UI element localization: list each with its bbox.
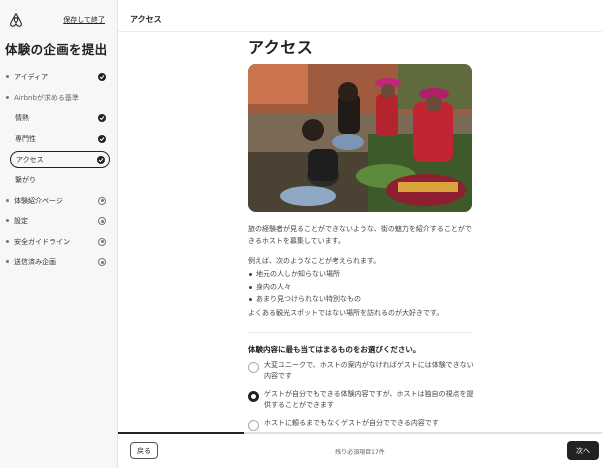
radio-button[interactable]: [248, 391, 259, 402]
check-circle-icon: [98, 134, 106, 143]
sidebar-item-label: 繋がり: [15, 176, 36, 185]
sidebar-item-safety-guidelines[interactable]: 安全ガイドライン: [0, 232, 118, 253]
save-and-exit-link[interactable]: 保存して終了: [63, 15, 105, 25]
check-circle-icon: [98, 73, 106, 82]
radio-option-unique[interactable]: 大変ユニークで、ホストの案内がなければゲストには体験できない内容です: [248, 360, 478, 382]
section-title: アクセス: [130, 15, 162, 24]
closing-text: よくある観光スポットではない場所を訪れるのが大好きです。: [248, 309, 444, 317]
bullet-icon: [6, 239, 9, 243]
examples-list: 地元の人しか知らない場所 身内の人々 あまり見つけられない特別なもの: [248, 268, 472, 306]
sidebar-item-expertise[interactable]: 専門性: [0, 129, 118, 150]
sidebar-item-label: 専門性: [15, 134, 36, 143]
radio-group: 大変ユニークで、ホストの案内がなければゲストには体験できない内容です ゲストが自…: [248, 360, 478, 436]
sidebar-item-submitted[interactable]: 送信済み企画: [0, 252, 118, 273]
sidebar-item-label: アクセス: [16, 155, 44, 164]
remaining-count: 残り必須項目17件: [335, 449, 385, 456]
intro-text: 旅の経験者が見ることができないような、街の魅力を紹介することができるホストを募集…: [248, 225, 472, 245]
sidebar-item-label: 送信済み企画: [14, 258, 56, 267]
sidebar-item-label: 体験紹介ページ: [14, 196, 63, 205]
main-content: アクセス アクセス 旅の経験者が見ることができないような、街の魅力を紹介すること…: [118, 0, 602, 468]
sidebar-item-connection[interactable]: 繋がり: [0, 170, 118, 191]
sidebar-item-idea[interactable]: アイディア: [0, 67, 118, 88]
sidebar-item-label: 安全ガイドライン: [14, 237, 70, 246]
footer: 戻る 残り必須項目17件 次へ: [118, 434, 602, 468]
pending-circle-icon: [98, 237, 106, 246]
list-item: 地元の人しか知らない場所: [248, 268, 472, 281]
hero-photo-image: [248, 64, 472, 212]
bullet-icon: [6, 219, 9, 222]
sidebar-title: 体験の企画を提出: [5, 42, 108, 57]
bullet-icon: [6, 75, 9, 78]
divider: [248, 332, 472, 333]
check-circle-icon: [97, 155, 105, 164]
hero-photo: [248, 64, 472, 212]
radio-option-label: 大変ユニークで、ホストの案内がなければゲストには体験できない内容です: [264, 361, 474, 380]
list-item: あまり見つけられない特別なもの: [248, 293, 472, 306]
sidebar-item-label: 情熱: [15, 114, 29, 123]
radio-button[interactable]: [248, 420, 259, 431]
bullet-icon: [6, 198, 9, 202]
sidebar-item-airbnb-standards[interactable]: Airbnbが求める基準: [0, 88, 118, 109]
sidebar-item-label: 設定: [14, 217, 28, 226]
pending-circle-icon: [98, 258, 106, 267]
sidebar: 保存して終了 体験の企画を提出 アイディア Airbnbが求める基準 情熱 専門…: [0, 0, 118, 468]
radio-button[interactable]: [248, 362, 259, 373]
examples-lead: 例えば、次のようなことが考えられます。: [248, 257, 381, 265]
check-circle-icon: [98, 114, 106, 123]
radio-option-unique-perspective[interactable]: ゲストが自分でもできる体験内容ですが、ホストは独自の視点を提供することができます: [248, 389, 478, 411]
radio-option-label: ゲストが自分でもできる体験内容ですが、ホストは独自の視点を提供することができます: [264, 390, 474, 409]
sidebar-item-settings[interactable]: 設定: [0, 211, 118, 232]
top-bar: アクセス: [118, 0, 602, 32]
sidebar-item-label: アイディア: [14, 73, 49, 82]
page-title: アクセス: [248, 38, 314, 57]
question-label: 体験内容に最も当てはまるものをお選びください。: [248, 345, 421, 354]
radio-option-self-guided[interactable]: ホストに頼るまでもなくゲストが自分でできる内容です: [248, 418, 478, 431]
sidebar-item-access[interactable]: アクセス: [10, 151, 110, 168]
airbnb-logo-icon[interactable]: [9, 12, 23, 28]
pending-circle-icon: [98, 196, 106, 205]
bullet-icon: [6, 260, 9, 263]
sidebar-item-label: Airbnbが求める基準: [14, 93, 79, 102]
sidebar-item-passion[interactable]: 情熱: [0, 108, 118, 129]
sidebar-item-experience-page[interactable]: 体験紹介ページ: [0, 191, 118, 212]
pending-circle-icon: [98, 217, 106, 226]
bullet-icon: [6, 95, 9, 99]
sidebar-nav: アイディア Airbnbが求める基準 情熱 専門性 アクセス 繋がり 体験紹介ペ…: [0, 67, 118, 273]
radio-option-label: ホストに頼るまでもなくゲストが自分でできる内容です: [264, 419, 439, 427]
next-button[interactable]: 次へ: [567, 441, 599, 460]
list-item: 身内の人々: [248, 281, 472, 294]
